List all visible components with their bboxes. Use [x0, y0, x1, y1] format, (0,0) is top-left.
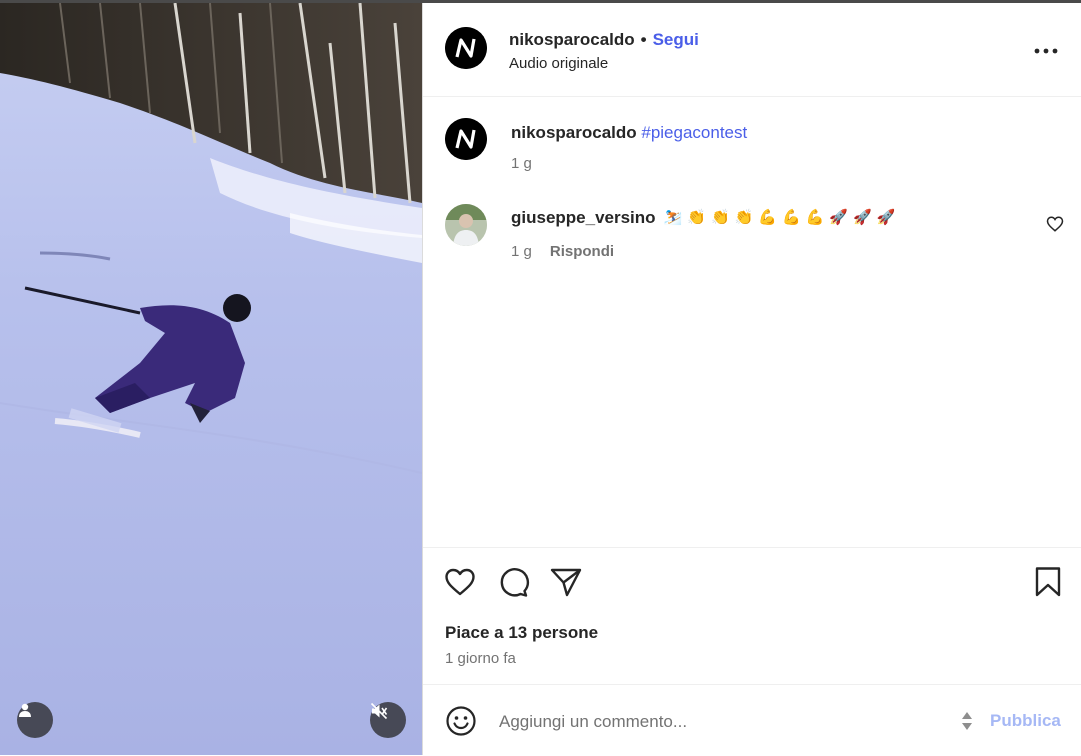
- comment-emojis: ⛷️ 👏 👏 👏 💪 💪 💪 🚀 🚀 🚀: [664, 208, 896, 228]
- post-date[interactable]: 1 giorno fa: [445, 650, 516, 667]
- more-options-button[interactable]: [1033, 38, 1059, 64]
- comment-timestamp[interactable]: 1 g: [511, 243, 532, 260]
- caption-username[interactable]: nikosparocaldo: [511, 123, 637, 142]
- comment-bubble-icon[interactable]: [496, 565, 530, 599]
- commenter-photo: [445, 204, 487, 246]
- more-horizontal-icon: [1034, 48, 1058, 54]
- author-logo-icon: [445, 27, 487, 69]
- separator-dot: •: [640, 30, 647, 49]
- caption-timestamp[interactable]: 1 g: [511, 155, 532, 172]
- clap-emoji: 👏: [687, 209, 706, 226]
- muscle-emoji: 💪: [758, 209, 777, 226]
- header-user-line: nikosparocaldo • Segui: [509, 30, 699, 50]
- audio-link[interactable]: Audio originale: [509, 55, 608, 72]
- tagged-users-button[interactable]: [17, 702, 53, 738]
- commenter-avatar[interactable]: [445, 204, 487, 246]
- action-bar: Piace a 13 persone 1 giorno fa: [423, 547, 1081, 688]
- muscle-emoji: 💪: [805, 209, 825, 226]
- clap-emoji: 👏: [734, 209, 754, 226]
- publish-button[interactable]: Pubblica: [990, 711, 1061, 731]
- emoji-picker-icon[interactable]: [445, 705, 477, 737]
- comment-like-icon[interactable]: [1046, 215, 1064, 233]
- resize-handle-icon[interactable]: [960, 710, 974, 732]
- rocket-emoji: 🚀: [876, 209, 896, 226]
- comment-input[interactable]: [497, 707, 921, 737]
- rocket-emoji: 🚀: [829, 209, 849, 226]
- commenter-username[interactable]: giuseppe_versino: [511, 208, 656, 228]
- likes-count[interactable]: Piace a 13 persone: [445, 623, 598, 643]
- clap-emoji: 👏: [710, 209, 730, 226]
- follow-button[interactable]: Segui: [653, 30, 699, 49]
- like-heart-icon[interactable]: [443, 565, 477, 599]
- comment-composer: Pubblica: [423, 684, 1081, 756]
- mute-toggle-button[interactable]: [370, 702, 406, 738]
- ski-scene-image: [0, 3, 422, 755]
- share-send-icon[interactable]: [549, 565, 583, 599]
- author-avatar[interactable]: [445, 27, 487, 69]
- author-username[interactable]: nikosparocaldo: [509, 30, 635, 49]
- rocket-emoji: 🚀: [853, 209, 872, 226]
- post-video[interactable]: [0, 3, 422, 755]
- bookmark-icon[interactable]: [1031, 565, 1065, 599]
- speaker-muted-icon: [370, 702, 388, 720]
- post-details-panel: nikosparocaldo • Segui Audio originale nik…: [423, 3, 1081, 755]
- muscle-emoji: 💪: [782, 209, 801, 226]
- comment-body: giuseppe_versino ⛷️ 👏 👏 👏 💪 💪 💪 🚀 🚀 🚀: [511, 208, 895, 228]
- post-header: nikosparocaldo • Segui Audio originale: [423, 3, 1081, 97]
- reply-button[interactable]: Rispondi: [550, 243, 614, 260]
- post-caption: nikosparocaldo #piegacontest: [511, 123, 747, 143]
- comment-meta: 1 g Rispondi: [511, 243, 614, 260]
- author-logo-icon: [445, 118, 487, 160]
- user-tag-icon: [19, 703, 31, 717]
- skier-emoji: ⛷️: [663, 209, 683, 226]
- caption-hashtag[interactable]: #piegacontest: [641, 123, 747, 142]
- caption-author-avatar[interactable]: [445, 118, 487, 160]
